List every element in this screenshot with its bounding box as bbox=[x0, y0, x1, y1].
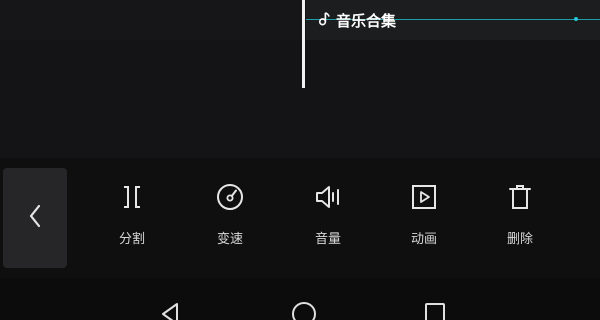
speed-dial-icon bbox=[213, 180, 247, 214]
back-triangle-icon bbox=[155, 303, 185, 320]
music-track-clip[interactable]: 音乐合集 bbox=[306, 0, 600, 40]
empty-track-segment bbox=[0, 0, 303, 40]
recents-square-icon bbox=[420, 303, 450, 320]
system-nav-bar bbox=[0, 278, 600, 320]
system-home-button[interactable] bbox=[289, 298, 319, 320]
split-button[interactable]: 分割 bbox=[97, 180, 167, 252]
animation-label: 动画 bbox=[410, 232, 437, 247]
volume-label: 音量 bbox=[314, 232, 341, 247]
delete-button[interactable]: 删除 bbox=[485, 180, 555, 252]
animation-button[interactable]: 动画 bbox=[389, 180, 459, 252]
volume-button[interactable]: 音量 bbox=[293, 180, 363, 252]
split-icon bbox=[115, 180, 149, 214]
split-label: 分割 bbox=[118, 232, 145, 247]
beat-marker-dot bbox=[574, 17, 578, 21]
volume-icon bbox=[311, 180, 345, 214]
timeline-area[interactable]: 音乐合集 bbox=[0, 0, 600, 158]
trash-icon bbox=[503, 180, 537, 214]
animation-play-icon bbox=[407, 180, 441, 214]
system-back-button[interactable] bbox=[155, 298, 185, 320]
system-recents-button[interactable] bbox=[420, 298, 450, 320]
home-circle-icon bbox=[289, 302, 319, 320]
edit-toolbar: 分割 变速 音量 动画 删除 bbox=[0, 158, 600, 278]
editor-screen: 音乐合集 分割 变速 音量 动画 删除 bbox=[0, 0, 600, 320]
delete-label: 删除 bbox=[506, 232, 533, 247]
speed-label: 变速 bbox=[216, 232, 243, 247]
speed-button[interactable]: 变速 bbox=[195, 180, 265, 252]
music-track-label: 音乐合集 bbox=[336, 11, 397, 30]
chevron-left-icon bbox=[27, 203, 43, 233]
music-note-icon bbox=[316, 11, 331, 30]
toolbar-back-button[interactable] bbox=[3, 168, 67, 268]
playhead[interactable] bbox=[302, 0, 305, 88]
music-track-title: 音乐合集 bbox=[316, 9, 396, 31]
